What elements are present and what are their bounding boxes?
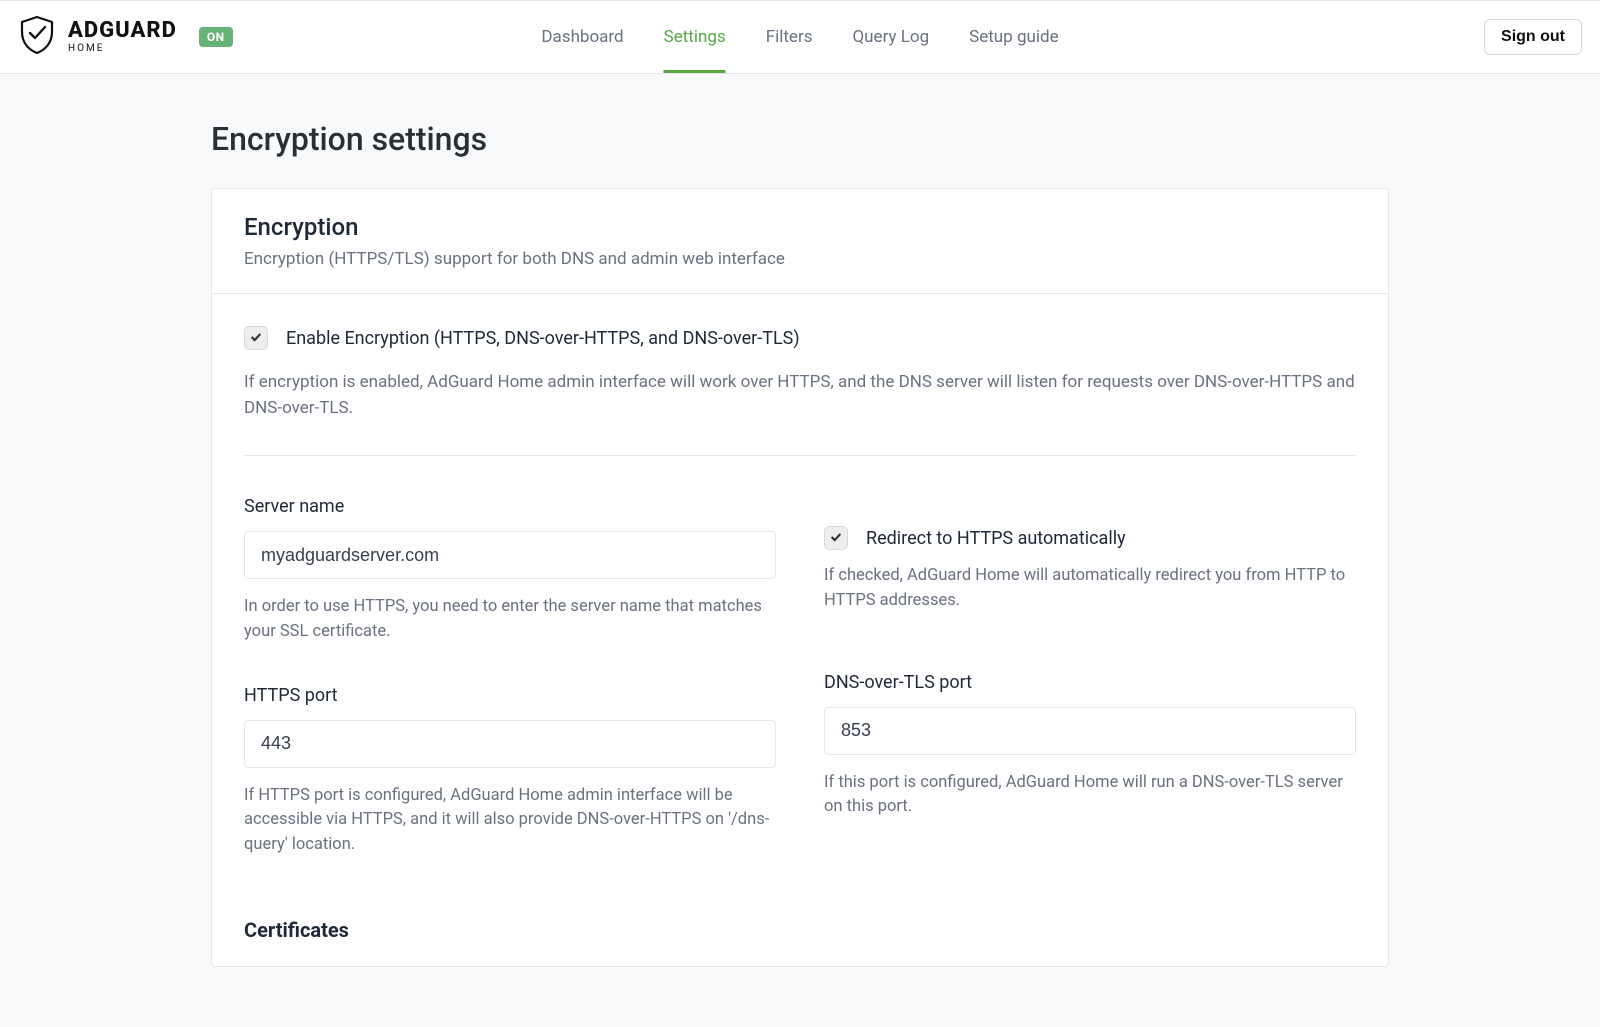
nav-filters[interactable]: Filters	[766, 1, 813, 73]
dot-port-input[interactable]	[824, 707, 1356, 755]
page-title: Encryption settings	[211, 120, 1389, 158]
server-name-label: Server name	[244, 496, 776, 517]
nav-setup-guide[interactable]: Setup guide	[969, 1, 1058, 73]
brand-subtitle: HOME	[68, 44, 177, 54]
nav-query-log[interactable]: Query Log	[852, 1, 929, 73]
redirect-https-help: If checked, AdGuard Home will automatica…	[824, 564, 1356, 614]
divider	[244, 455, 1356, 456]
certificates-title: Certificates	[244, 918, 1356, 942]
brand[interactable]: ADGUARD HOME ON	[18, 14, 233, 60]
card-subtitle: Encryption (HTTPS/TLS) support for both …	[244, 249, 1356, 269]
https-port-input[interactable]	[244, 720, 776, 768]
enable-encryption-row: Enable Encryption (HTTPS, DNS-over-HTTPS…	[244, 326, 1356, 350]
card-header: Encryption Encryption (HTTPS/TLS) suppor…	[212, 189, 1388, 294]
dot-port-help: If this port is configured, AdGuard Home…	[824, 771, 1356, 821]
card-title: Encryption	[244, 213, 1356, 241]
main-nav: Dashboard Settings Filters Query Log Set…	[541, 1, 1058, 73]
status-badge: ON	[199, 27, 233, 47]
check-icon	[829, 529, 843, 548]
redirect-group: Redirect to HTTPS automatically If check…	[824, 526, 1356, 614]
https-port-help: If HTTPS port is configured, AdGuard Hom…	[244, 784, 776, 858]
card-body: Enable Encryption (HTTPS, DNS-over-HTTPS…	[212, 294, 1388, 966]
enable-encryption-checkbox[interactable]	[244, 326, 268, 350]
https-port-group: HTTPS port If HTTPS port is configured, …	[244, 685, 776, 858]
sign-out-button[interactable]: Sign out	[1484, 19, 1582, 55]
dot-port-group: DNS-over-TLS port If this port is config…	[824, 672, 1356, 821]
enable-encryption-label: Enable Encryption (HTTPS, DNS-over-HTTPS…	[286, 328, 800, 349]
https-port-label: HTTPS port	[244, 685, 776, 706]
main-content: Encryption settings Encryption Encryptio…	[155, 74, 1445, 1027]
enable-encryption-help: If encryption is enabled, AdGuard Home a…	[244, 370, 1356, 421]
check-icon	[249, 329, 263, 348]
server-name-help: In order to use HTTPS, you need to enter…	[244, 595, 776, 645]
server-name-input[interactable]	[244, 531, 776, 579]
top-bar: ADGUARD HOME ON Dashboard Settings Filte…	[0, 0, 1600, 74]
dot-port-label: DNS-over-TLS port	[824, 672, 1356, 693]
redirect-https-label: Redirect to HTTPS automatically	[866, 528, 1126, 549]
brand-name: ADGUARD	[68, 20, 177, 42]
nav-settings[interactable]: Settings	[664, 1, 726, 73]
redirect-https-checkbox[interactable]	[824, 526, 848, 550]
server-name-group: Server name In order to use HTTPS, you n…	[244, 496, 776, 645]
nav-dashboard[interactable]: Dashboard	[541, 1, 623, 73]
encryption-card: Encryption Encryption (HTTPS/TLS) suppor…	[211, 188, 1389, 967]
brand-text: ADGUARD HOME	[68, 20, 177, 54]
shield-check-icon	[18, 14, 56, 60]
